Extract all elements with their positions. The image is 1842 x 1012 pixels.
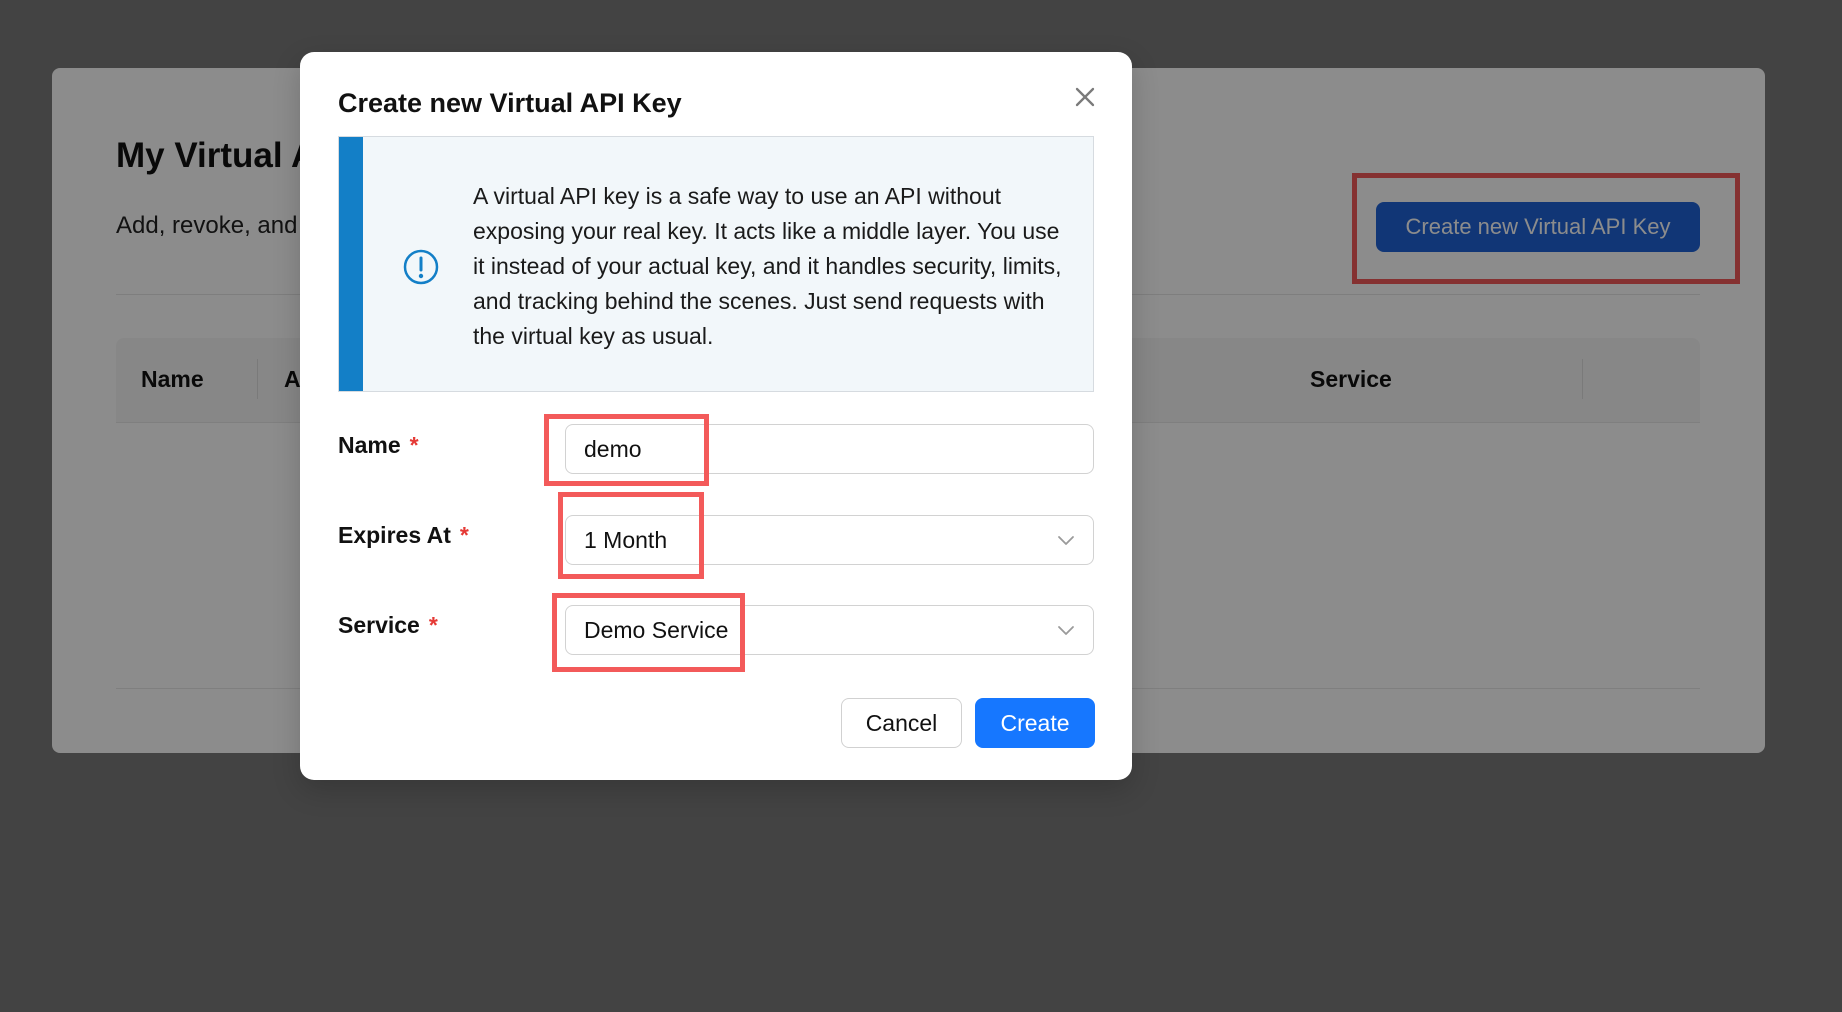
chevron-down-icon — [1058, 536, 1074, 545]
info-icon — [403, 249, 439, 285]
info-alert-accent — [339, 137, 363, 391]
name-label: Name * — [338, 432, 419, 459]
info-alert: A virtual API key is a safe way to use a… — [338, 136, 1094, 392]
expires-at-value: 1 Month — [584, 527, 668, 553]
cancel-button[interactable]: Cancel — [841, 698, 962, 748]
service-required-mark: * — [428, 612, 438, 638]
service-select[interactable]: Demo Service — [565, 605, 1094, 655]
name-field[interactable] — [565, 424, 1094, 474]
page-root: My Virtual A Add, revoke, and Create new… — [0, 0, 1842, 1012]
modal-title: Create new Virtual API Key — [338, 88, 682, 118]
service-value: Demo Service — [584, 617, 729, 643]
name-label-text: Name — [338, 432, 401, 458]
create-virtual-api-key-modal: Create new Virtual API Key A virtual API… — [300, 52, 1132, 780]
close-button[interactable] — [1070, 82, 1100, 112]
expires-at-required-mark: * — [459, 522, 469, 548]
service-label-text: Service — [338, 612, 420, 638]
name-input[interactable] — [566, 425, 1093, 473]
create-button[interactable]: Create — [975, 698, 1095, 748]
info-text: A virtual API key is a safe way to use a… — [473, 183, 1062, 349]
name-required-mark: * — [409, 432, 419, 458]
chevron-down-icon — [1058, 626, 1074, 635]
expires-at-label: Expires At * — [338, 522, 469, 549]
expires-at-label-text: Expires At — [338, 522, 451, 548]
service-label: Service * — [338, 612, 438, 639]
close-icon — [1075, 87, 1095, 107]
expires-at-select[interactable]: 1 Month — [565, 515, 1094, 565]
